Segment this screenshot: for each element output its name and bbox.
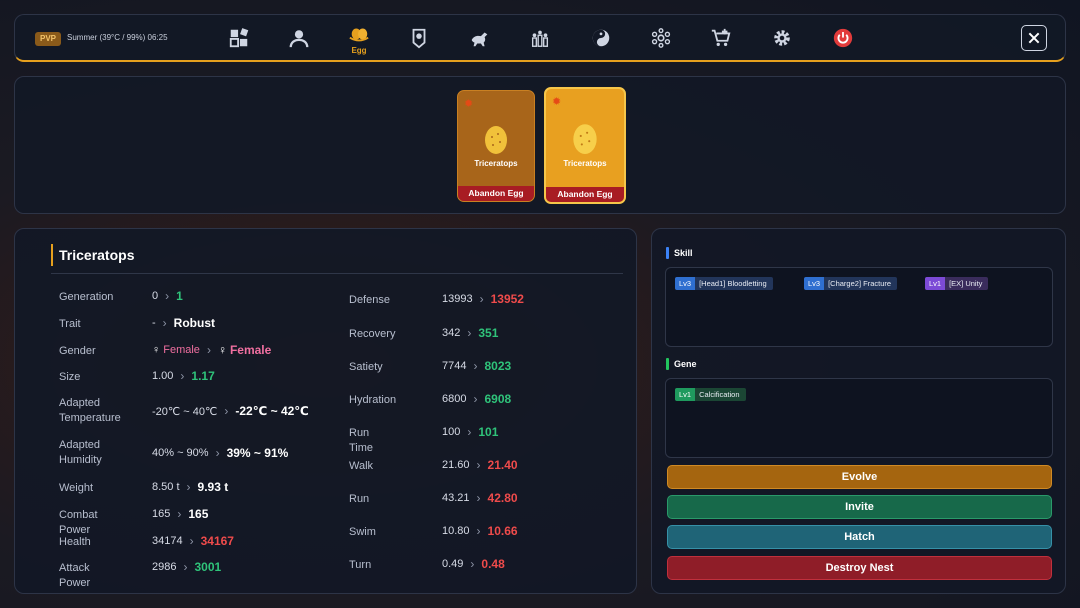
weather-status: Summer (39°C / 99%) 06:25 bbox=[67, 33, 168, 42]
egg-card[interactable]: ✹ Triceratops Abandon Egg bbox=[457, 90, 535, 202]
skill-section-title: Skill bbox=[666, 247, 693, 259]
chevron-right-icon: › bbox=[476, 491, 481, 505]
chevron-right-icon: › bbox=[165, 289, 170, 303]
dino-icon[interactable] bbox=[467, 25, 493, 51]
evolve-button[interactable]: Evolve bbox=[667, 465, 1052, 489]
chevron-right-icon: › bbox=[467, 425, 472, 439]
group-icon[interactable] bbox=[527, 25, 553, 51]
chevron-right-icon: › bbox=[476, 524, 481, 538]
chevron-right-icon: › bbox=[473, 392, 478, 406]
egg-icon[interactable] bbox=[346, 21, 372, 47]
egg-card-selected[interactable]: ✹ Triceratops Abandon Egg bbox=[544, 87, 626, 204]
egg-species: Triceratops bbox=[474, 159, 518, 168]
chevron-right-icon: › bbox=[162, 316, 167, 330]
skill-tag[interactable]: Lv3 [Head1] Bloodletting bbox=[675, 277, 773, 290]
top-nav-bar: PVP Summer (39°C / 99%) 06:25 Egg bbox=[14, 14, 1066, 62]
abandon-egg-button[interactable]: Abandon Egg bbox=[546, 187, 624, 202]
species-title: Triceratops bbox=[51, 244, 134, 266]
power-icon[interactable] bbox=[830, 25, 856, 51]
egg-species: Triceratops bbox=[563, 159, 607, 168]
profile-icon[interactable] bbox=[286, 25, 312, 51]
shop-cart-icon[interactable] bbox=[708, 25, 734, 51]
mode-badge: PVP bbox=[35, 32, 61, 46]
gene-section-title: Gene bbox=[666, 358, 697, 370]
chevron-right-icon: › bbox=[183, 560, 188, 574]
skill-tag[interactable]: Lv3 [Charge2] Fracture bbox=[804, 277, 898, 290]
chevron-right-icon: › bbox=[180, 369, 185, 383]
female-icon: ♀ bbox=[152, 344, 161, 356]
chevron-right-icon: › bbox=[473, 359, 478, 373]
destroy-nest-button[interactable]: Destroy Nest bbox=[667, 556, 1052, 580]
sun-icon: ✹ bbox=[552, 96, 562, 108]
divider bbox=[51, 273, 623, 274]
egg-icon bbox=[573, 124, 597, 154]
chevron-right-icon: › bbox=[206, 343, 211, 357]
chevron-right-icon: › bbox=[177, 507, 182, 521]
chevron-right-icon: › bbox=[186, 480, 191, 494]
gene-tag[interactable]: Lv1 Calcification bbox=[675, 388, 746, 401]
sun-icon: ✹ bbox=[464, 98, 474, 110]
close-icon bbox=[1028, 32, 1040, 44]
invite-button[interactable]: Invite bbox=[667, 495, 1052, 519]
chevron-right-icon: › bbox=[189, 534, 194, 548]
badge-icon[interactable] bbox=[406, 25, 432, 51]
egg-icon bbox=[485, 126, 507, 154]
cluster-icon[interactable] bbox=[648, 25, 674, 51]
chevron-right-icon: › bbox=[479, 292, 484, 306]
skill-tag[interactable]: Lv1 [EX] Unity bbox=[925, 277, 989, 290]
tab-egg-label[interactable]: Egg bbox=[344, 46, 374, 55]
chevron-right-icon: › bbox=[215, 446, 220, 460]
female-icon: ♀ bbox=[217, 343, 227, 357]
skill-gene-panel: Skill Lv3 [Head1] Bloodletting Lv3 [Charge… bbox=[651, 228, 1066, 594]
chevron-right-icon: › bbox=[467, 326, 472, 340]
skill-list: Lv3 [Head1] Bloodletting Lv3 [Charge2] Fra… bbox=[665, 267, 1053, 347]
hatch-button[interactable]: Hatch bbox=[667, 525, 1052, 549]
grid-icon[interactable] bbox=[226, 25, 252, 51]
yin-yang-icon[interactable] bbox=[588, 25, 614, 51]
egg-list-panel: ✹ Triceratops Abandon Egg ✹ Triceratops … bbox=[14, 76, 1066, 214]
chevron-right-icon: › bbox=[470, 557, 475, 571]
gene-list: Lv1 Calcification bbox=[665, 378, 1053, 458]
chevron-right-icon: › bbox=[224, 404, 229, 418]
close-button[interactable] bbox=[1021, 25, 1047, 51]
abandon-egg-button[interactable]: Abandon Egg bbox=[458, 186, 534, 201]
stats-panel: Triceratops Generation 0 › 1 Trait - › Robus… bbox=[14, 228, 637, 594]
gear-icon[interactable] bbox=[769, 25, 795, 51]
chevron-right-icon: › bbox=[476, 458, 481, 472]
